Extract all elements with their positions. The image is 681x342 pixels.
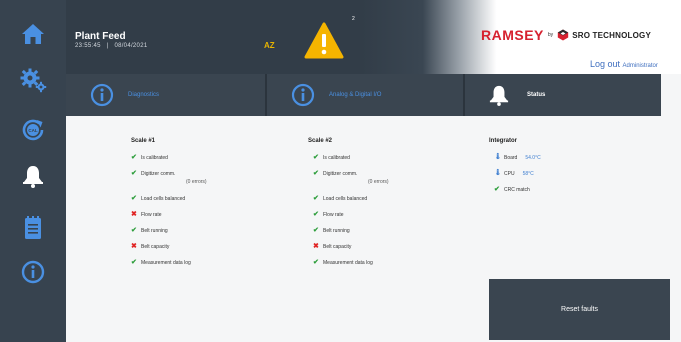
logout-label: Log out bbox=[590, 59, 621, 69]
svg-text:CAL: CAL bbox=[28, 128, 37, 133]
check-icon: ✔ bbox=[131, 259, 137, 266]
scale-2-title: Scale #2 bbox=[308, 138, 333, 144]
list-item: ✔ Measurement data log bbox=[313, 259, 373, 266]
user-initials: AZ bbox=[264, 41, 275, 50]
info-icon bbox=[90, 83, 114, 107]
integrator-title: Integrator bbox=[489, 138, 518, 144]
tab-diagnostics[interactable]: Diagnostics bbox=[66, 74, 265, 116]
info-icon bbox=[291, 83, 315, 107]
alarm-button[interactable] bbox=[304, 21, 344, 61]
check-icon: ✔ bbox=[313, 195, 319, 202]
calibration-button[interactable]: CAL bbox=[0, 104, 66, 156]
error-count: (0 errors) bbox=[368, 179, 389, 185]
datetime: 23:55:45 | 08/04/2021 bbox=[75, 43, 147, 49]
list-item: ✔ Load cells balanced bbox=[131, 195, 186, 202]
crc-match: ✔ CRC match bbox=[494, 186, 530, 193]
list-item: ✔ Belt running bbox=[131, 227, 168, 234]
reset-faults-button[interactable]: Reset faults bbox=[489, 279, 670, 340]
alarms-button[interactable] bbox=[0, 150, 66, 202]
check-icon: ✔ bbox=[131, 195, 137, 202]
tab-status[interactable]: Status bbox=[465, 74, 661, 116]
check-icon: ✔ bbox=[313, 227, 319, 234]
logo-sro: SRO TECHNOLOGY bbox=[572, 30, 651, 40]
cpu-temp: 🌡︎ CPU 58°C bbox=[494, 170, 534, 177]
list-item: ✔ Digitizer comm. bbox=[131, 170, 176, 177]
home-icon bbox=[22, 24, 44, 44]
list-item: ✔ Measurement data log bbox=[131, 259, 191, 266]
home-button[interactable] bbox=[0, 8, 66, 60]
list-item: ✖ Belt capacity bbox=[131, 243, 170, 250]
sro-logo-icon bbox=[557, 29, 569, 41]
list-item: ✔ Flow rate bbox=[313, 211, 344, 218]
company-logo: RAMSEY by SRO TECHNOLOGY bbox=[481, 27, 651, 43]
board-temp: 🌡︎ Board 54.0°C bbox=[494, 154, 541, 161]
list-item: ✖ Belt capacity bbox=[313, 243, 352, 250]
logo-ramsey: RAMSEY bbox=[481, 27, 544, 43]
check-icon: ✔ bbox=[131, 227, 137, 234]
error-count: (0 errors) bbox=[186, 179, 207, 185]
sidebar: CAL bbox=[0, 0, 66, 342]
list-item: ✖ Flow rate bbox=[131, 211, 162, 218]
tab-label: Analog & Digital I/O bbox=[329, 92, 382, 98]
plant-name: Plant Feed bbox=[75, 31, 126, 42]
settings-button[interactable] bbox=[0, 54, 66, 106]
tab-analog-digital-io[interactable]: Analog & Digital I/O bbox=[267, 74, 463, 116]
bell-icon bbox=[23, 166, 43, 188]
cross-icon: ✖ bbox=[131, 211, 137, 218]
info-button[interactable] bbox=[0, 246, 66, 298]
time: 23:55:45 bbox=[75, 43, 101, 49]
check-icon: ✔ bbox=[494, 186, 500, 193]
check-icon: ✔ bbox=[131, 154, 137, 161]
warning-icon bbox=[304, 22, 344, 59]
cross-icon: ✖ bbox=[131, 243, 137, 250]
thermometer-icon: 🌡︎ bbox=[494, 170, 502, 176]
notepad-icon bbox=[25, 216, 41, 239]
check-icon: ✔ bbox=[313, 170, 319, 177]
gears-icon bbox=[20, 68, 47, 93]
logo-by: by bbox=[547, 32, 554, 38]
tab-label: Status bbox=[527, 92, 546, 98]
thermometer-icon: 🌡︎ bbox=[494, 154, 502, 160]
check-icon: ✔ bbox=[313, 211, 319, 218]
cross-icon: ✖ bbox=[313, 243, 319, 250]
cpu-temp-value: 58°C bbox=[522, 170, 534, 177]
board-temp-value: 54.0°C bbox=[525, 154, 541, 161]
date: 08/04/2021 bbox=[114, 43, 148, 49]
list-item: ✔ Load cells balanced bbox=[313, 195, 368, 202]
alarm-count: 2 bbox=[352, 16, 355, 22]
tab-label: Diagnostics bbox=[128, 92, 160, 98]
calibration-icon: CAL bbox=[22, 119, 44, 141]
list-item: ✔ Belt running bbox=[313, 227, 350, 234]
list-item: ✔ Digitizer comm. bbox=[313, 170, 358, 177]
bell-icon bbox=[489, 85, 509, 106]
check-icon: ✔ bbox=[313, 154, 319, 161]
header: Plant Feed 23:55:45 | 08/04/2021 AZ 2 RA… bbox=[66, 0, 681, 74]
logout-link[interactable]: Log out Administrator bbox=[590, 59, 658, 69]
info-icon bbox=[21, 260, 45, 284]
check-icon: ✔ bbox=[131, 170, 137, 177]
check-icon: ✔ bbox=[313, 259, 319, 266]
user-role: Administrator bbox=[622, 63, 658, 69]
scale-1-title: Scale #1 bbox=[131, 138, 156, 144]
datetime-separator: | bbox=[106, 43, 109, 49]
list-item: ✔ Is calibrated bbox=[313, 154, 350, 161]
list-item: ✔ Is calibrated bbox=[131, 154, 168, 161]
